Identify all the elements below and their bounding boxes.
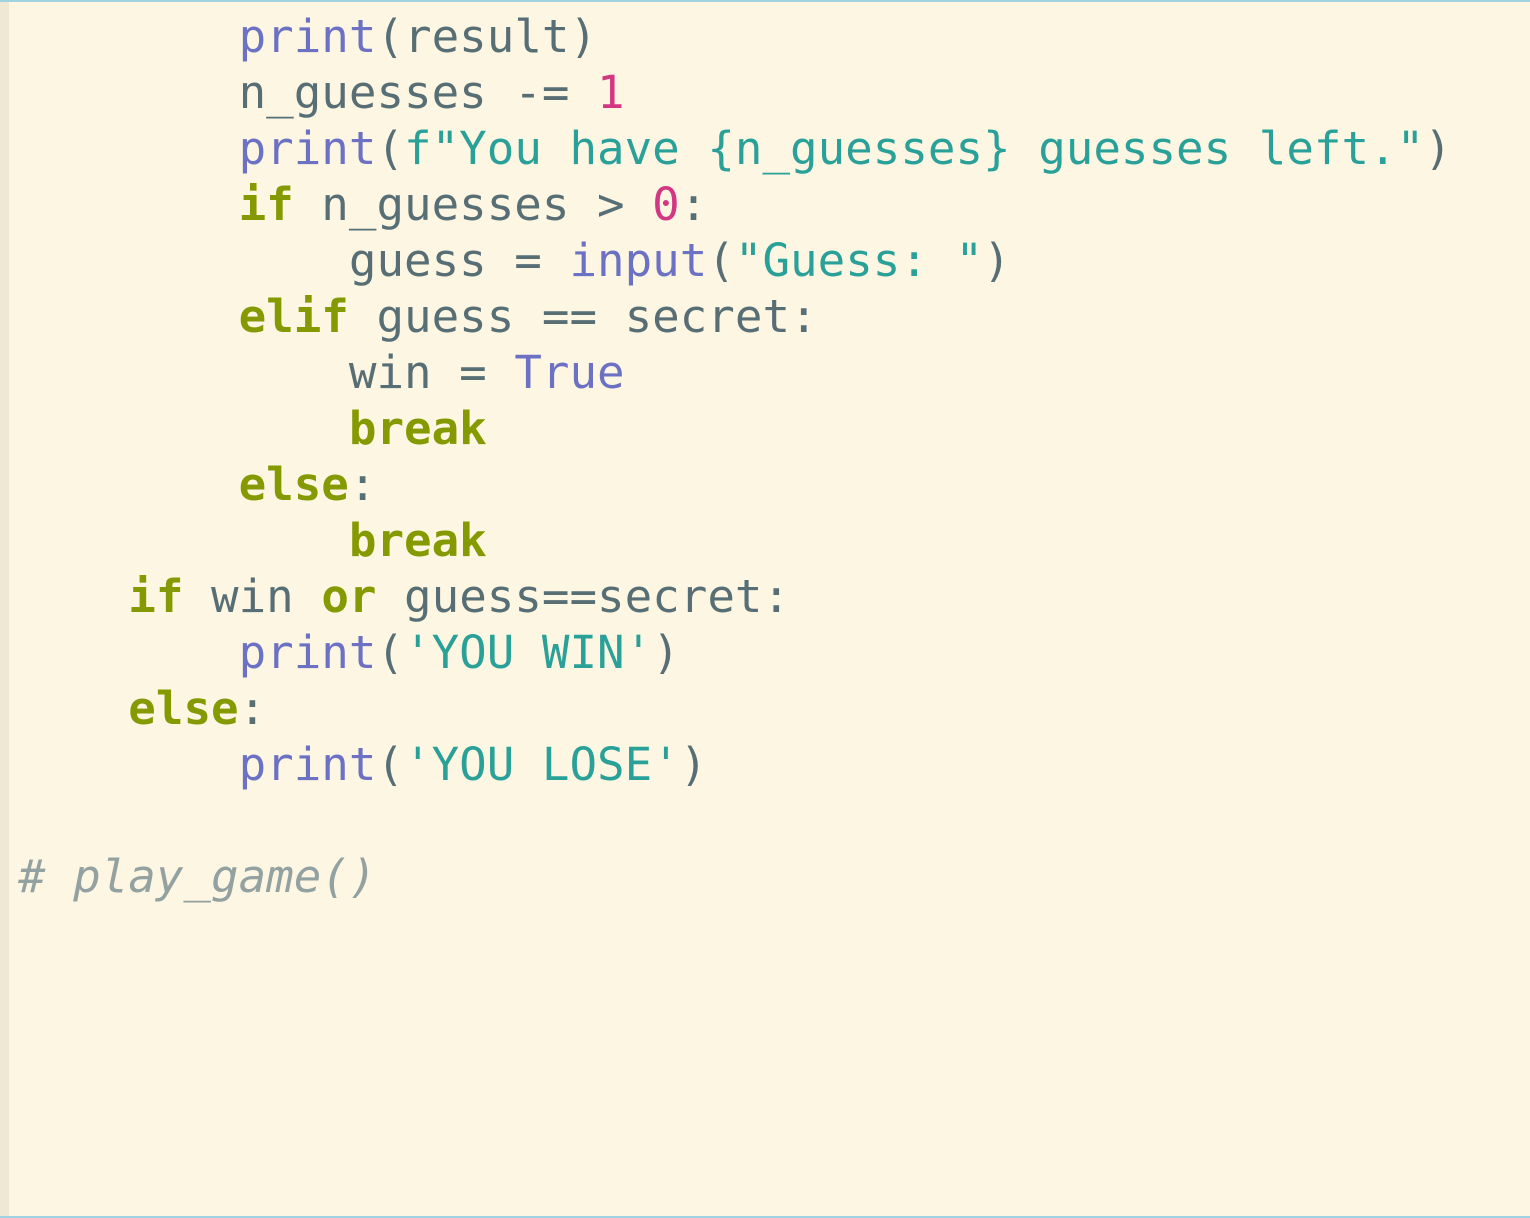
code-line[interactable]: guess = input("Guess: ") bbox=[18, 232, 1452, 288]
code-token-plain: ) bbox=[679, 737, 708, 791]
code-token-plain: : bbox=[238, 681, 267, 735]
code-token-kw: or bbox=[321, 569, 377, 623]
code-line[interactable]: elif guess == secret: bbox=[18, 288, 1452, 344]
code-token-fn: input bbox=[569, 233, 708, 287]
code-token-kw: break bbox=[348, 401, 487, 455]
code-token-plain: ( bbox=[376, 737, 405, 791]
code-line[interactable]: print('YOU WIN') bbox=[18, 624, 1452, 680]
code-token-fn: print bbox=[238, 737, 377, 791]
code-token-str: 'YOU WIN' bbox=[404, 625, 653, 679]
code-line[interactable]: win = True bbox=[18, 344, 1452, 400]
code-line[interactable] bbox=[18, 792, 1452, 848]
code-token-cmt: # play_game() bbox=[18, 849, 377, 903]
code-token-plain: : bbox=[679, 177, 708, 231]
code-line[interactable]: else: bbox=[18, 456, 1452, 512]
code-token-plain: guess == secret: bbox=[348, 289, 818, 343]
code-line[interactable]: # play_game() bbox=[18, 848, 1452, 904]
code-line[interactable]: n_guesses -= 1 bbox=[18, 64, 1452, 120]
code-line[interactable]: break bbox=[18, 512, 1452, 568]
code-token-plain: ( bbox=[376, 121, 405, 175]
code-line[interactable]: if win or guess==secret: bbox=[18, 568, 1452, 624]
code-token-plain: guess==secret: bbox=[376, 569, 791, 623]
code-token-plain: win = bbox=[348, 345, 515, 399]
code-token-str: 'YOU LOSE' bbox=[404, 737, 680, 791]
code-editor[interactable]: print(result) n_guesses -= 1 print(f"You… bbox=[0, 0, 1530, 1218]
code-token-fn: print bbox=[238, 121, 377, 175]
code-line[interactable]: break bbox=[18, 400, 1452, 456]
code-token-kw: if bbox=[238, 177, 294, 231]
code-token-kw: else bbox=[128, 681, 239, 735]
code-token-fn: True bbox=[514, 345, 625, 399]
code-line[interactable]: print(f"You have {n_guesses} guesses lef… bbox=[18, 120, 1452, 176]
code-token-plain: ) bbox=[1424, 121, 1452, 175]
code-token-plain: n_guesses -= bbox=[238, 65, 598, 119]
code-token-plain: ) bbox=[983, 233, 1011, 287]
code-line[interactable]: print(result) bbox=[18, 8, 1452, 64]
code-token-num: 1 bbox=[597, 65, 625, 119]
code-area[interactable]: print(result) n_guesses -= 1 print(f"You… bbox=[18, 8, 1452, 904]
code-token-plain: ( bbox=[707, 233, 735, 287]
code-token-fn: print bbox=[238, 625, 377, 679]
code-token-plain: (result) bbox=[376, 9, 598, 63]
code-line[interactable]: else: bbox=[18, 680, 1452, 736]
code-token-plain: win bbox=[183, 569, 322, 623]
code-token-plain: : bbox=[348, 457, 377, 511]
code-token-kw: break bbox=[348, 513, 487, 567]
code-line[interactable]: print('YOU LOSE') bbox=[18, 736, 1452, 792]
code-token-kw: if bbox=[128, 569, 184, 623]
code-token-plain: ) bbox=[652, 625, 680, 679]
code-token-plain: n_guesses > bbox=[293, 177, 653, 231]
editor-gutter bbox=[0, 2, 9, 1216]
code-token-plain: ( bbox=[376, 625, 405, 679]
code-line[interactable]: if n_guesses > 0: bbox=[18, 176, 1452, 232]
code-token-str: "Guess: " bbox=[734, 233, 984, 287]
code-token-kw: elif bbox=[238, 289, 349, 343]
code-token-fn: print bbox=[238, 9, 377, 63]
code-token-kw: else bbox=[238, 457, 349, 511]
code-token-num: 0 bbox=[652, 177, 680, 231]
code-token-str: f"You have {n_guesses} guesses left." bbox=[404, 121, 1425, 175]
code-token-plain: guess = bbox=[348, 233, 570, 287]
